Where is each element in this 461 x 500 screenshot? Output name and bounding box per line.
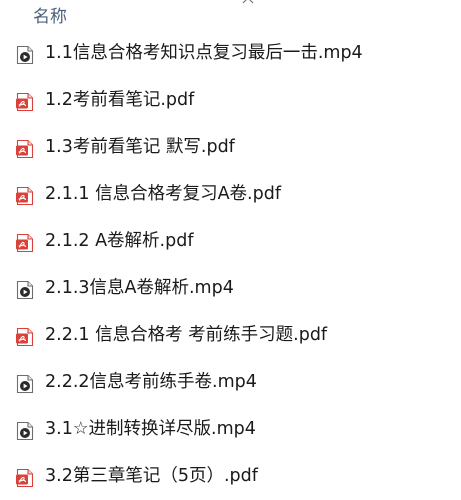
file-row-9[interactable]: 3.2第三章笔记（5页）.pdf — [6, 457, 456, 495]
video-file-icon — [16, 280, 34, 300]
file-row-7[interactable]: 2.2.2信息考前练手卷.mp4 — [6, 363, 456, 401]
file-list-pane: 名称 1.1信息合格考知识点复习最后一击.mp4 1.2考前看笔记.pdf 1.… — [0, 0, 461, 500]
pdf-file-icon — [16, 327, 34, 347]
name-column-header[interactable]: 名称 — [33, 6, 67, 28]
file-name: 1.1信息合格考知识点复习最后一击.mp4 — [45, 43, 363, 63]
file-row-5[interactable]: 2.1.3信息A卷解析.mp4 — [6, 269, 456, 307]
pdf-file-icon — [16, 92, 34, 112]
video-file-icon — [16, 421, 34, 441]
file-name: 2.2.1 信息合格考 考前练手习题.pdf — [45, 325, 328, 345]
pdf-file-icon — [16, 468, 34, 488]
file-row-8[interactable]: 3.1☆进制转换详尽版.mp4 — [6, 410, 456, 448]
file-name: 2.1.1 信息合格考复习A卷.pdf — [45, 184, 282, 204]
file-name: 1.2考前看笔记.pdf — [45, 90, 195, 110]
file-row-2[interactable]: 1.3考前看笔记 默写.pdf — [6, 128, 456, 166]
file-name: 2.1.2 A卷解析.pdf — [45, 231, 194, 251]
file-name: 2.2.2信息考前练手卷.mp4 — [45, 372, 257, 392]
file-name: 3.2第三章笔记（5页）.pdf — [45, 466, 258, 486]
file-row-1[interactable]: 1.2考前看笔记.pdf — [6, 81, 456, 119]
file-row-3[interactable]: 2.1.1 信息合格考复习A卷.pdf — [6, 175, 456, 213]
file-name: 1.3考前看笔记 默写.pdf — [45, 137, 235, 157]
chevron-up-icon[interactable] — [242, 0, 254, 4]
pdf-file-icon — [16, 233, 34, 253]
pdf-file-icon — [16, 186, 34, 206]
pdf-file-icon — [16, 139, 34, 159]
video-file-icon — [16, 374, 34, 394]
file-row-0[interactable]: 1.1信息合格考知识点复习最后一击.mp4 — [6, 34, 456, 72]
video-file-icon — [16, 45, 34, 65]
file-row-6[interactable]: 2.2.1 信息合格考 考前练手习题.pdf — [6, 316, 456, 354]
file-name: 2.1.3信息A卷解析.mp4 — [45, 278, 234, 298]
file-row-4[interactable]: 2.1.2 A卷解析.pdf — [6, 222, 456, 260]
column-header: 名称 — [0, 0, 461, 34]
file-name: 3.1☆进制转换详尽版.mp4 — [45, 419, 256, 439]
